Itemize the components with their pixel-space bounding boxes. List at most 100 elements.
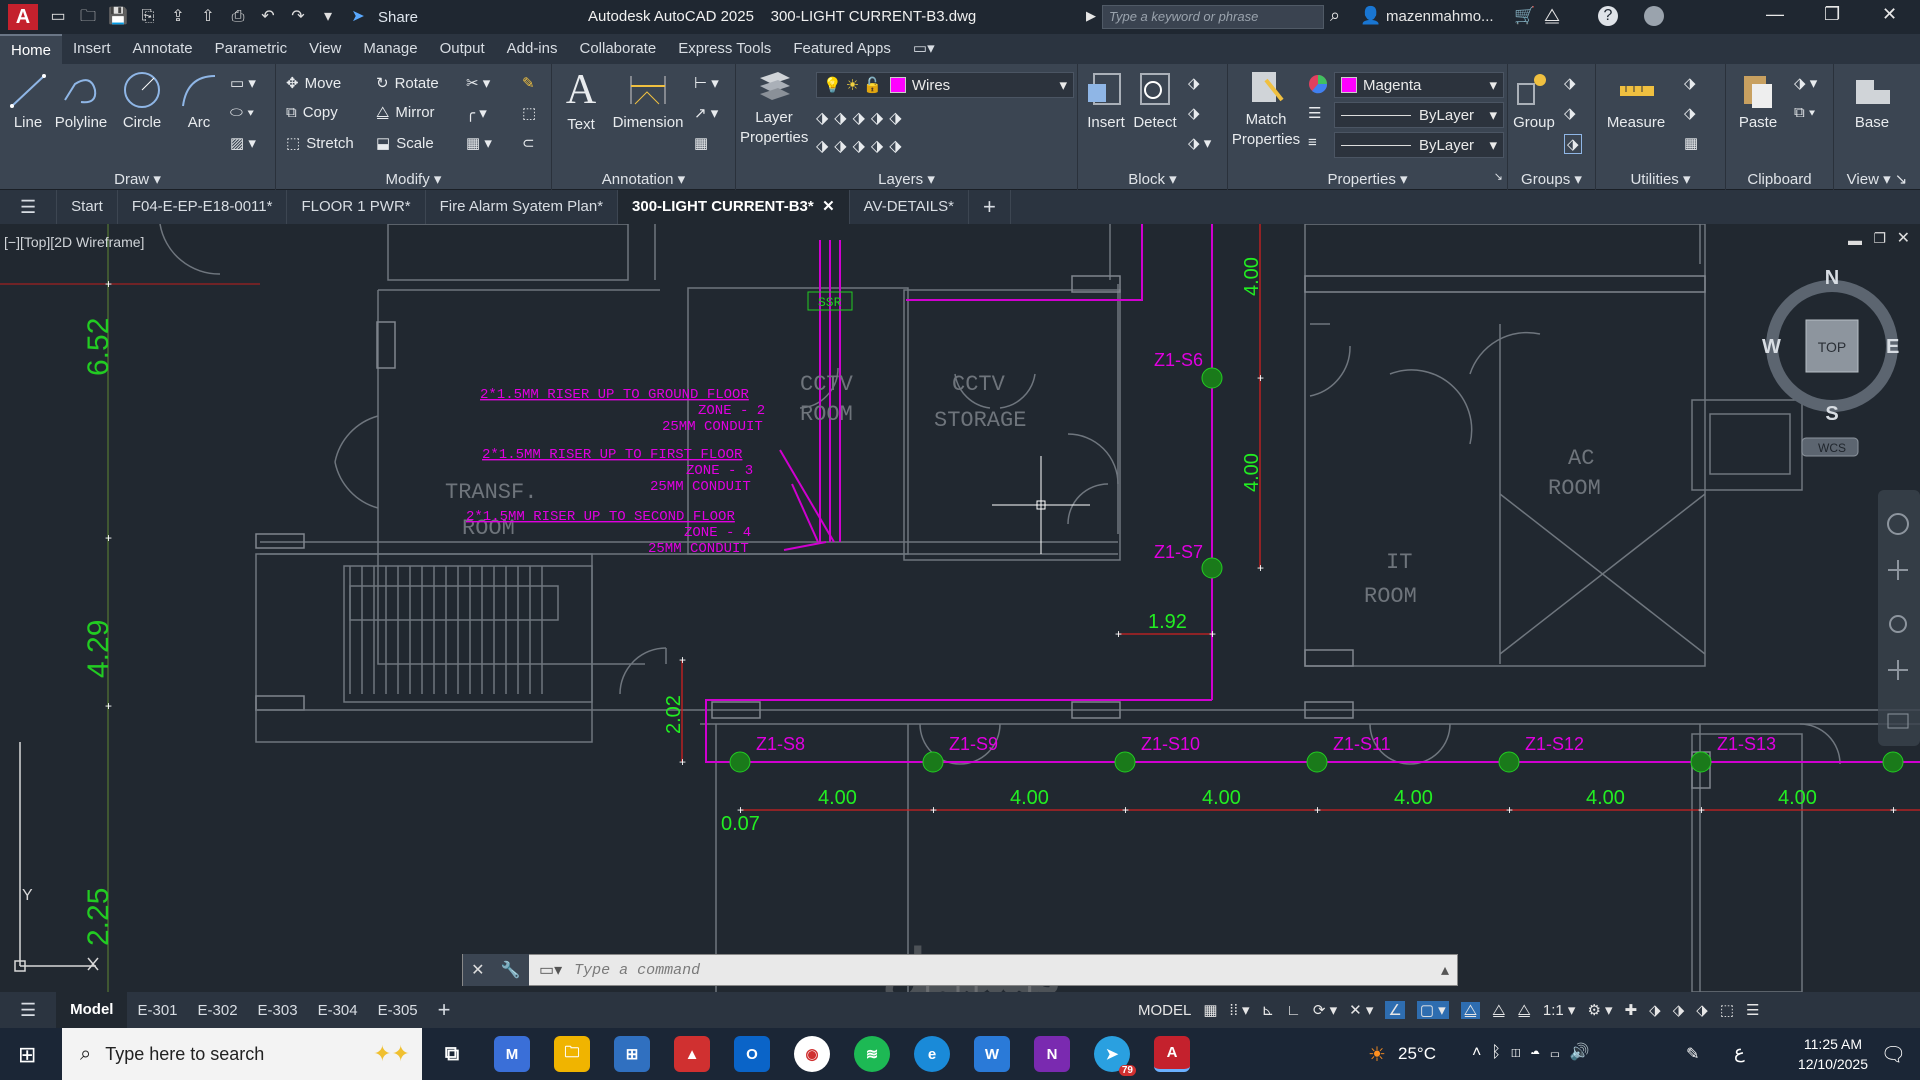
notifications-icon[interactable]: 🗨	[1881, 1042, 1906, 1067]
command-history-icon[interactable]: ▴	[1441, 960, 1449, 980]
group-button[interactable]: Group	[1510, 70, 1558, 131]
help-icon[interactable]: ?	[1598, 6, 1618, 26]
measure-button[interactable]: Measure	[1600, 70, 1672, 131]
redo-icon[interactable]: ↷	[288, 8, 308, 26]
block-attributes-icon[interactable]: ⬗ ▾	[1188, 134, 1211, 152]
hatch-icon[interactable]: ▨ ▾	[230, 134, 256, 152]
lineweight-dropdown[interactable]: ByLayer ▾	[1334, 132, 1504, 158]
matlab-icon[interactable]: ▲	[674, 1036, 710, 1072]
autodesk-app-icon[interactable]: ⧋	[1544, 5, 1560, 26]
share-button[interactable]: Share	[378, 9, 418, 26]
calculator-icon[interactable]: ▦	[1684, 134, 1698, 152]
annotation-scale-value[interactable]: 1:1 ▾	[1543, 1001, 1576, 1019]
copy-button[interactable]: ⧉ Copy	[286, 104, 338, 121]
tab-annotate[interactable]: Annotate	[122, 34, 204, 64]
taskbar-clock[interactable]: 11:25 AM 12/10/2025	[1798, 1034, 1868, 1074]
isodraft-icon[interactable]: ✕ ▾	[1349, 1001, 1373, 1019]
word-icon[interactable]: W	[974, 1036, 1010, 1072]
viewcube-south[interactable]: S	[1825, 403, 1838, 425]
search-icon[interactable]: ⌕	[1330, 5, 1340, 26]
text-button[interactable]: A Text	[558, 68, 604, 133]
color-wheel-icon[interactable]	[1308, 74, 1328, 94]
stretch-button[interactable]: ⬚ Stretch	[286, 134, 354, 153]
grid-icon[interactable]: ▦	[1203, 1001, 1217, 1019]
layout-tab-e301[interactable]: E-301	[127, 1002, 187, 1019]
linear-dim-icon[interactable]: ⊢ ▾	[694, 74, 719, 92]
file-tab-av-details[interactable]: AV-DETAILS*	[850, 190, 969, 224]
match-properties-button[interactable]: Match Properties	[1230, 70, 1302, 150]
undo-icon[interactable]: ↶	[258, 8, 278, 26]
detector-s12[interactable]	[1498, 751, 1520, 773]
erase-icon[interactable]: ✎	[522, 74, 535, 92]
detector-s9[interactable]	[922, 751, 944, 773]
detector-s11[interactable]	[1306, 751, 1328, 773]
file-tab-start[interactable]: Start	[57, 190, 118, 224]
tab-manage[interactable]: Manage	[352, 34, 428, 64]
detector-s6[interactable]	[1201, 367, 1223, 389]
add-layout-icon[interactable]: +	[428, 997, 461, 1023]
osnap-track-icon[interactable]: ∠	[1385, 1001, 1405, 1019]
create-block-icon[interactable]: ⬗	[1188, 74, 1200, 92]
isolate-icon[interactable]: ⬗	[1696, 1001, 1708, 1019]
trim-icon[interactable]: ✂ ▾	[466, 74, 490, 92]
scale-button[interactable]: ⬓ Scale	[376, 134, 434, 153]
tab-output[interactable]: Output	[429, 34, 496, 64]
arc-button[interactable]: Arc	[176, 70, 222, 131]
cloud-save-icon[interactable]: ⇧	[198, 8, 218, 26]
groups-panel-title[interactable]: Groups ▾	[1508, 170, 1595, 188]
task-view-icon[interactable]: ⧉	[434, 1036, 470, 1072]
viewcube-west[interactable]: W	[1762, 336, 1781, 358]
tab-insert[interactable]: Insert	[62, 34, 122, 64]
cart-icon[interactable]: 🛒	[1514, 6, 1535, 26]
onenote-icon[interactable]: N	[1034, 1036, 1070, 1072]
layout-tab-e305[interactable]: E-305	[368, 1002, 428, 1019]
command-input[interactable]: Type a command	[562, 962, 1441, 979]
export-icon[interactable]: ⇪	[168, 8, 188, 26]
file-explorer-icon[interactable]: 🗀	[554, 1036, 590, 1072]
paste-button[interactable]: Paste	[1728, 70, 1788, 131]
viewport-controls[interactable]: [−][Top][2D Wireframe]	[4, 234, 144, 250]
polar-icon[interactable]: ⟳ ▾	[1313, 1001, 1337, 1019]
file-tabs-menu-icon[interactable]: ☰	[0, 190, 58, 224]
file-tab-fire-alarm[interactable]: Fire Alarm Syatem Plan*	[426, 190, 619, 224]
customize-dropdown-icon[interactable]: ▾	[318, 8, 338, 26]
weather-icon[interactable]: ☀	[1368, 1042, 1386, 1067]
edge-icon[interactable]: e	[914, 1036, 950, 1072]
restore-icon[interactable]: ❐	[1824, 4, 1840, 25]
layer-tools-row2[interactable]: ⬗⬗⬗⬗⬗	[816, 136, 908, 156]
group-edit-icon[interactable]: ⬗	[1564, 104, 1576, 122]
tab-express-tools[interactable]: Express Tools	[667, 34, 782, 64]
layers-panel-title[interactable]: Layers ▾	[736, 170, 1077, 188]
group-selection-toggle[interactable]: ⬗	[1564, 134, 1582, 154]
close-tab-icon[interactable]: ✕	[822, 198, 835, 215]
tab-parametric[interactable]: Parametric	[204, 34, 299, 64]
customization-icon[interactable]: ☰	[1746, 1001, 1759, 1019]
linetype-dropdown[interactable]: ByLayer ▾	[1334, 102, 1504, 128]
file-tab-floor1[interactable]: FLOOR 1 PWR*	[287, 190, 426, 224]
copy-clip-icon[interactable]: ⧉ ▾	[1794, 104, 1815, 121]
rectangle-icon[interactable]: ▭ ▾	[230, 74, 256, 92]
open-folder-icon[interactable]: 🗀	[78, 8, 98, 26]
edit-block-icon[interactable]: ⬗	[1188, 104, 1200, 122]
detector-s13[interactable]	[1690, 751, 1712, 773]
viewcube-north[interactable]: N	[1825, 267, 1839, 289]
cut-icon[interactable]: ⬗ ▾	[1794, 74, 1817, 92]
fillet-icon[interactable]: ╭ ▾	[466, 104, 487, 122]
drawing-canvas[interactable]: 6.52 4.29 2.25 SSR TRANSF. ROOM CCTV ROO…	[0, 224, 1920, 992]
fullscreen-icon[interactable]: ⬚	[1720, 1001, 1734, 1019]
circle-button[interactable]: Circle	[116, 70, 168, 131]
tab-view[interactable]: View	[298, 34, 352, 64]
command-customize-icon[interactable]: 🔧	[501, 960, 521, 980]
temperature[interactable]: 25°C	[1398, 1044, 1436, 1064]
outlook-icon[interactable]: O	[734, 1036, 770, 1072]
block-panel-title[interactable]: Block ▾	[1078, 170, 1227, 188]
keyword-search-input[interactable]: Type a keyword or phrase	[1102, 5, 1324, 29]
offset-icon[interactable]: ⊂	[522, 134, 535, 152]
clipboard-panel-title[interactable]: Clipboard	[1726, 171, 1833, 188]
annotation-scale-icon[interactable]: ⧋	[1517, 1002, 1530, 1019]
detect-button[interactable]: Detect	[1130, 70, 1180, 131]
auto-scale-icon[interactable]: ⧋	[1492, 1002, 1505, 1019]
select-all-icon[interactable]: ⬗	[1684, 104, 1696, 122]
user-account[interactable]: mazenmahmo...	[1386, 8, 1494, 25]
ungroup-icon[interactable]: ⬗	[1564, 74, 1576, 92]
